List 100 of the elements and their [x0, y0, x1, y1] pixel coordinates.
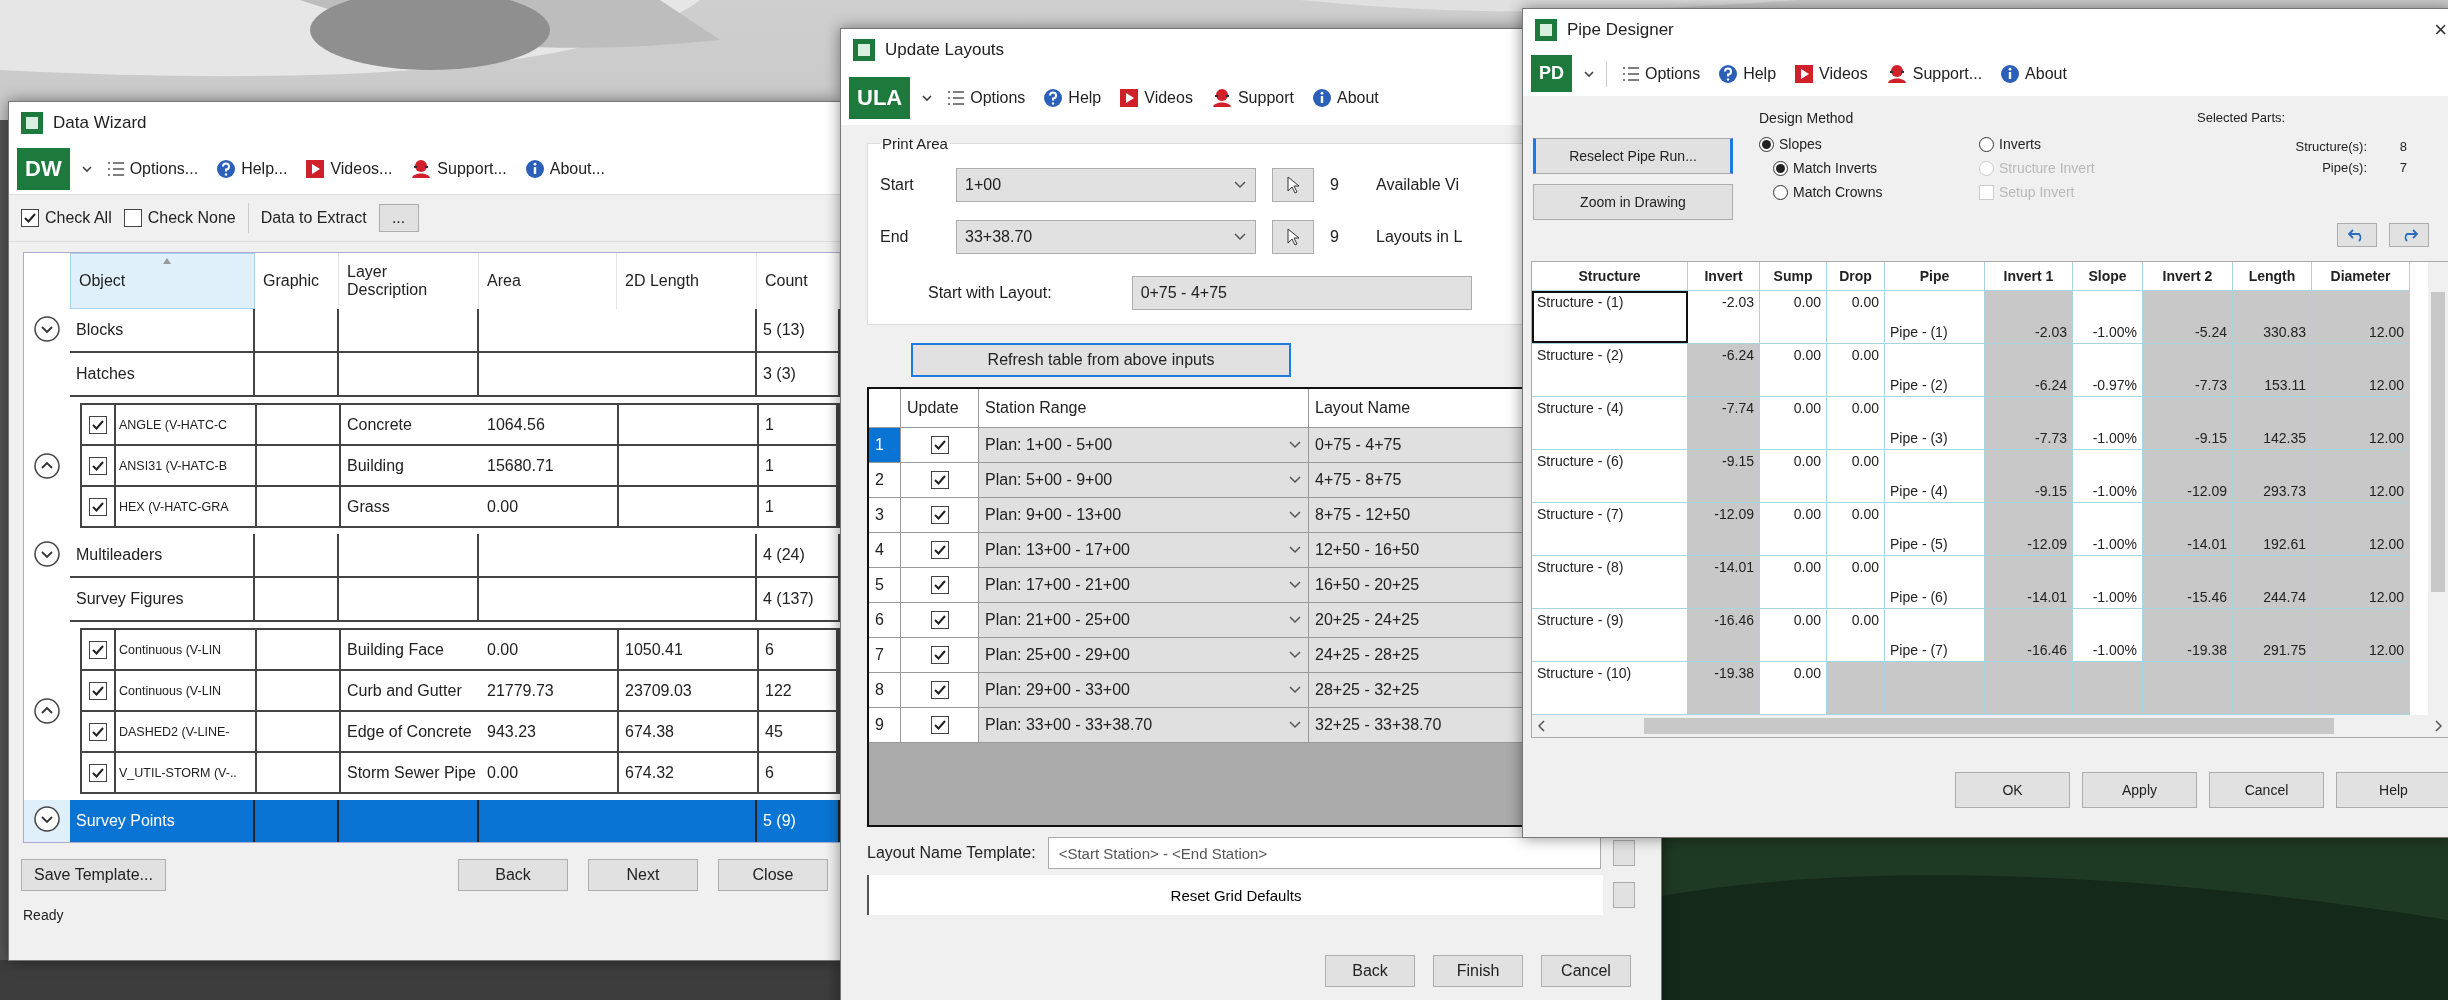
toolbar-button[interactable]: Help: [1715, 61, 1780, 86]
action-button[interactable]: Zoom in Drawing: [1533, 183, 1733, 220]
checkbox[interactable]: [930, 576, 949, 594]
column-header[interactable]: Diameter: [2312, 262, 2410, 290]
scrollbar[interactable]: [1532, 715, 2448, 737]
chevron-down-icon[interactable]: [1288, 475, 1302, 485]
reset-button[interactable]: Reset Grid Defaults: [867, 875, 1603, 915]
refresh-button[interactable]: Refresh table from above inputs: [911, 343, 1291, 377]
pick-button[interactable]: [1272, 168, 1314, 202]
checkbox[interactable]: [930, 681, 949, 699]
action-button[interactable]: Reselect Pipe Run...: [1533, 137, 1733, 174]
toolbar-button[interactable]: Options...: [103, 158, 202, 180]
collapse-icon[interactable]: [33, 451, 61, 480]
checkbox[interactable]: [89, 456, 107, 475]
row-header[interactable]: 5: [869, 568, 901, 602]
checkbox[interactable]: [930, 646, 949, 664]
dialog-button[interactable]: Next: [588, 859, 698, 891]
expand-icon[interactable]: [33, 805, 61, 833]
scrollbar[interactable]: [2428, 262, 2448, 715]
column-header[interactable]: Slope: [2073, 262, 2143, 290]
row-header[interactable]: 3: [869, 498, 901, 532]
toolbar-button[interactable]: Videos: [1791, 61, 1871, 86]
checkbox[interactable]: [89, 681, 107, 700]
column-header[interactable]: Structure: [1532, 262, 1688, 290]
table-cell[interactable]: Structure - (1): [1532, 291, 1688, 343]
app-logo[interactable]: DW: [17, 148, 70, 190]
tree-row[interactable]: Hatches 3 (3): [70, 353, 840, 397]
chevron-down-icon[interactable]: [1288, 580, 1302, 590]
toolbar-button[interactable]: Help...: [213, 157, 291, 181]
toolbar-button[interactable]: Videos: [1116, 86, 1196, 110]
tree-row[interactable]: Survey Figures 4 (137): [70, 578, 840, 622]
chevron-down-icon[interactable]: [1288, 720, 1302, 730]
checkbox[interactable]: [89, 497, 107, 516]
toolbar-button[interactable]: Options: [944, 87, 1029, 109]
column-header[interactable]: Drop: [1827, 262, 1885, 290]
expand-icon[interactable]: [33, 315, 61, 343]
app-logo[interactable]: PD: [1531, 55, 1572, 92]
column-header[interactable]: Sump: [1760, 262, 1827, 290]
column-header[interactable]: Object: [70, 253, 255, 309]
column-header[interactable]: Invert 1: [1985, 262, 2073, 290]
pick-button[interactable]: [1272, 220, 1314, 254]
browse-button[interactable]: ...: [378, 204, 419, 232]
dialog-button[interactable]: Cancel: [2209, 772, 2324, 808]
dialog-button[interactable]: OK: [1955, 772, 2070, 808]
column-header[interactable]: Update: [901, 389, 979, 427]
checkbox[interactable]: [89, 722, 107, 741]
option-label[interactable]: Match Inverts: [1793, 160, 1878, 176]
dialog-button[interactable]: Back: [458, 859, 568, 891]
tree-row[interactable]: Blocks 5 (13): [70, 309, 840, 353]
dialog-button[interactable]: Finish: [1433, 955, 1523, 987]
chevron-down-icon[interactable]: [1288, 510, 1302, 520]
station-dropdown[interactable]: Plan: 9+00 - 13+00: [979, 498, 1309, 532]
row-header[interactable]: 9: [869, 708, 901, 742]
toolbar-button[interactable]: About...: [521, 157, 608, 181]
checkbox[interactable]: [930, 436, 949, 454]
toolbar-button[interactable]: Help: [1040, 86, 1105, 110]
chevron-down-icon[interactable]: [1288, 440, 1302, 450]
checkbox[interactable]: [89, 415, 107, 434]
row-header[interactable]: 2: [869, 463, 901, 497]
dialog-button[interactable]: Cancel: [1541, 955, 1631, 987]
undo-button[interactable]: [2337, 223, 2377, 247]
station-dropdown[interactable]: Plan: 13+00 - 17+00: [979, 533, 1309, 567]
chevron-down-icon[interactable]: [1288, 650, 1302, 660]
row-header[interactable]: 7: [869, 638, 901, 672]
caret-icon[interactable]: [81, 165, 92, 173]
toolbar-button[interactable]: Support: [1207, 86, 1297, 110]
toolbar-button[interactable]: Support...: [407, 157, 510, 181]
dialog-button[interactable]: Back: [1325, 955, 1415, 987]
row-header[interactable]: 6: [869, 603, 901, 637]
toolbar-button[interactable]: Support...: [1882, 61, 1986, 86]
station-dropdown[interactable]: Plan: 1+00 - 5+00: [979, 428, 1309, 462]
chevron-down-icon[interactable]: [1288, 545, 1302, 555]
checkbox[interactable]: [930, 611, 949, 629]
radio-button[interactable]: [1773, 160, 1788, 176]
chevron-down-icon[interactable]: [1288, 685, 1302, 695]
option-label[interactable]: Match Crowns: [1793, 184, 1883, 200]
option-label[interactable]: Inverts: [1999, 136, 2041, 152]
checkbox[interactable]: [89, 763, 107, 782]
redo-button[interactable]: [2389, 223, 2429, 247]
app-logo[interactable]: ULA: [849, 77, 911, 119]
toolbar-button[interactable]: Options: [1619, 62, 1704, 85]
checkbox[interactable]: Check All: [21, 209, 112, 227]
dialog-button[interactable]: Close: [718, 859, 828, 891]
save-template-button[interactable]: Save Template...: [21, 859, 166, 891]
station-dropdown[interactable]: Plan: 21+00 - 25+00: [979, 603, 1309, 637]
start-dropdown[interactable]: 1+00: [956, 168, 1256, 202]
close-button[interactable]: ×: [2434, 17, 2447, 43]
collapse-icon[interactable]: [33, 697, 61, 725]
chevron-left-icon[interactable]: [1538, 720, 1546, 732]
toolbar-button[interactable]: Videos...: [302, 157, 396, 181]
chevron-down-icon[interactable]: [1288, 615, 1302, 625]
checkbox[interactable]: [930, 541, 949, 559]
row-header[interactable]: 4: [869, 533, 901, 567]
station-dropdown[interactable]: Plan: 25+00 - 29+00: [979, 638, 1309, 672]
station-dropdown[interactable]: Plan: 17+00 - 21+00: [979, 568, 1309, 602]
checkbox[interactable]: [89, 640, 107, 659]
station-dropdown[interactable]: Plan: 33+00 - 33+38.70: [979, 708, 1309, 742]
column-header[interactable]: Length: [2233, 262, 2312, 290]
row-header[interactable]: 1: [869, 428, 901, 462]
dialog-button[interactable]: Apply: [2082, 772, 2197, 808]
